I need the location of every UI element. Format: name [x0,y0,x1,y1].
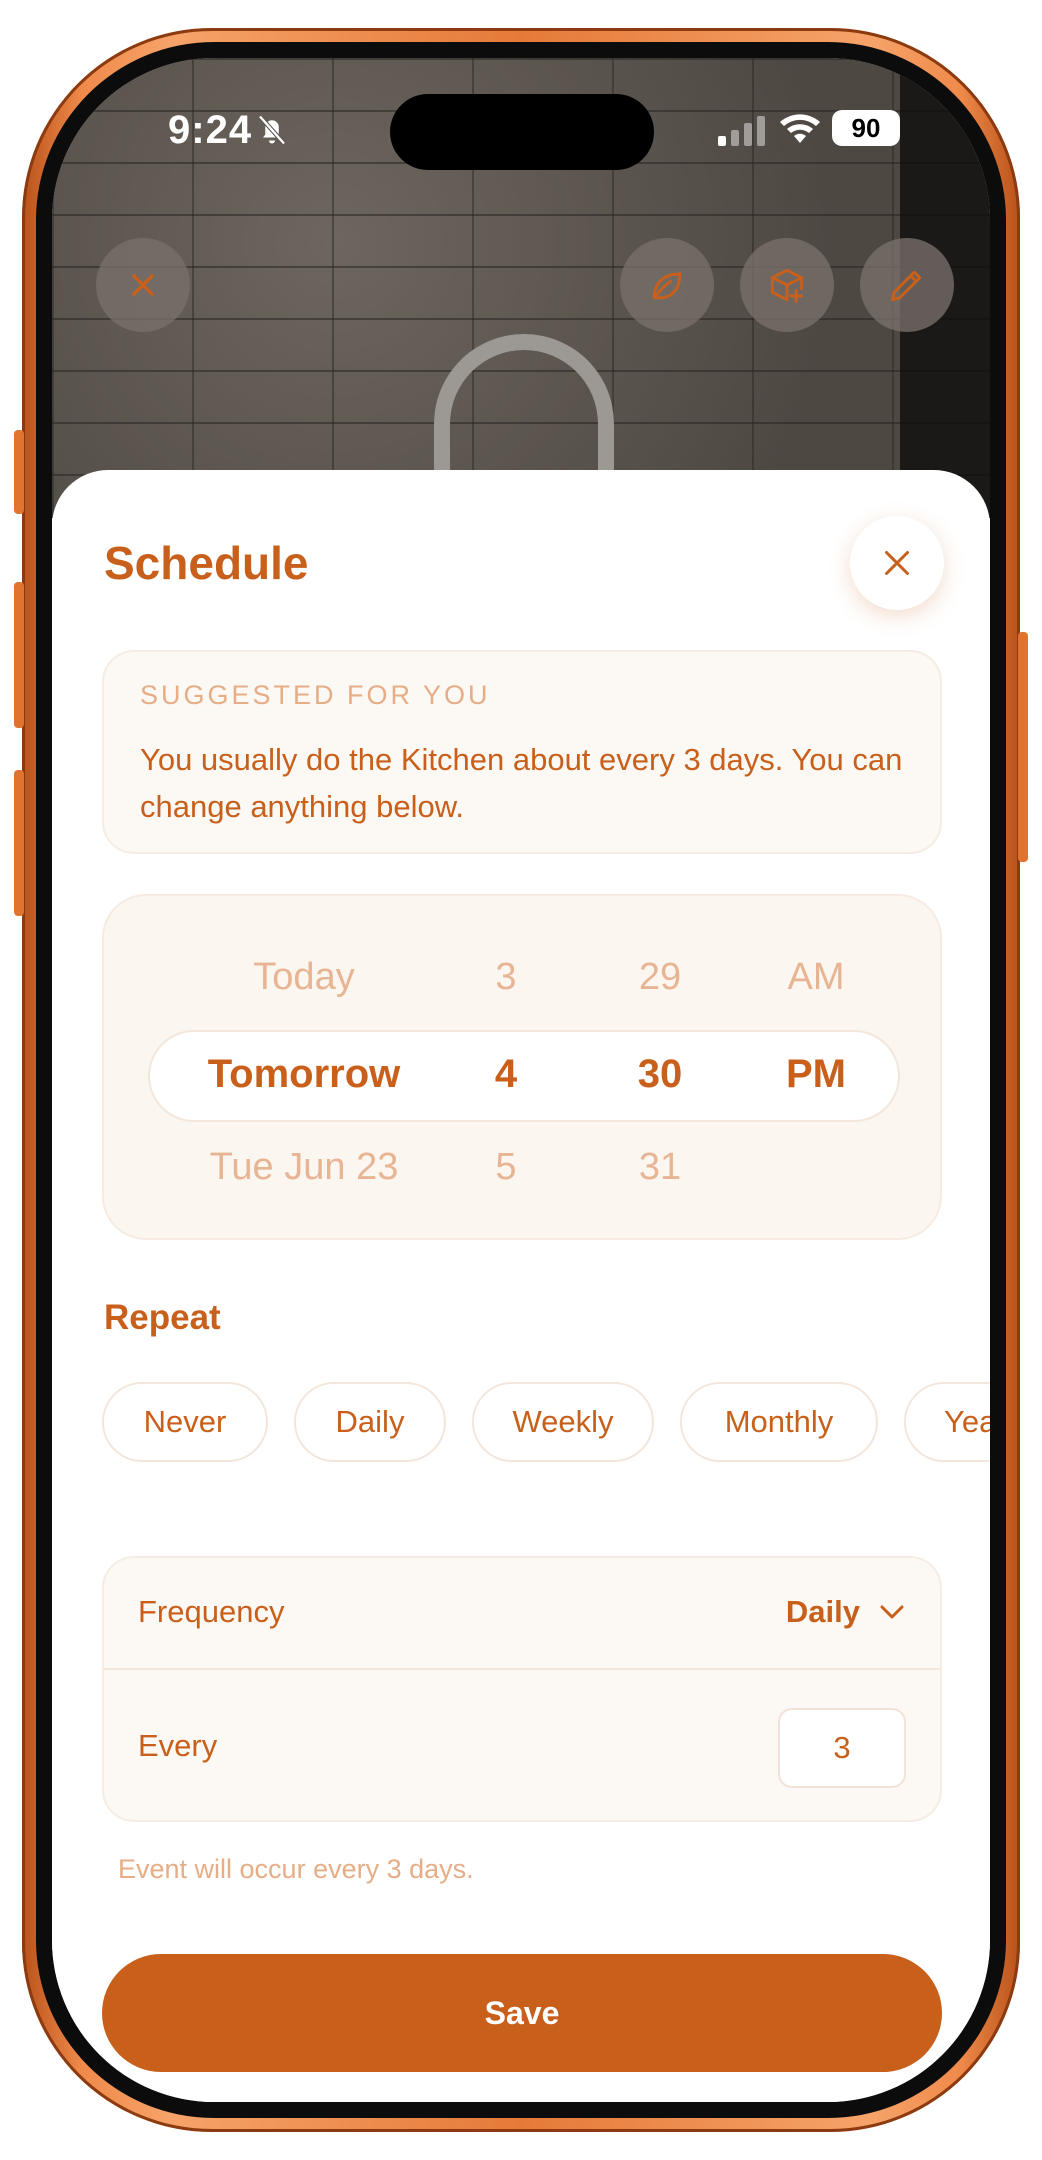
repeat-label: Repeat [104,1298,221,1337]
close-icon [885,551,909,575]
picker-day-prev[interactable]: Today [174,956,434,999]
top-actions [52,238,990,334]
wifi-icon [780,114,820,143]
sheet-close-button[interactable] [850,516,944,610]
status-bar: 9:24 90 [52,58,990,198]
picker-day-next[interactable]: Tue Jun 23 [174,1146,434,1189]
repeat-option-never[interactable]: Never [102,1382,268,1462]
picker-minute-next[interactable]: 31 [610,1146,710,1189]
volume-up-button [14,582,24,728]
date-time-picker[interactable]: Today Tomorrow Tue Jun 23 3 4 5 29 30 31… [102,894,942,1240]
picker-day-selected[interactable]: Tomorrow [174,1052,434,1097]
save-button[interactable]: Save [102,1954,942,2072]
schedule-sheet: Schedule SUGGESTED FOR YOU You usually d… [52,470,990,2102]
power-button [1018,632,1028,862]
picker-minute-selected[interactable]: 30 [610,1052,710,1097]
screen: 9:24 90 Schedule SUGGESTED FOR YOU You u… [52,58,990,2102]
picker-hour-next[interactable]: 5 [466,1146,546,1189]
suggestion-text: You usually do the Kitchen about every 3… [140,742,903,824]
leaf-icon [652,272,682,300]
action-button [14,430,24,514]
package-plus-icon [770,268,804,303]
repeat-option-yearly[interactable]: Yea [904,1382,990,1462]
repeat-option-monthly[interactable]: Monthly [680,1382,878,1462]
picker-ampm-prev[interactable]: AM [756,956,876,999]
volume-down-button [14,770,24,916]
repeat-option-daily[interactable]: Daily [294,1382,446,1462]
picker-ampm-selected[interactable]: PM [756,1052,876,1097]
picker-hour-selected[interactable]: 4 [466,1052,546,1097]
dynamic-island [390,94,654,170]
battery-indicator: 90 [832,110,900,146]
eco-button[interactable] [620,238,714,332]
bell-slash-icon [258,115,286,145]
frequency-card: Frequency Daily Every 3 [102,1556,942,1822]
edit-button[interactable] [860,238,954,332]
status-time: 9:24 [168,108,253,152]
pencil-icon [890,270,922,302]
every-label: Every [138,1728,218,1763]
frequency-label: Frequency [138,1594,285,1629]
frequency-divider [104,1668,940,1670]
picker-hour-prev[interactable]: 3 [466,956,546,999]
add-supply-button[interactable] [740,238,834,332]
sheet-title: Schedule [104,537,309,589]
repeat-option-weekly[interactable]: Weekly [472,1382,654,1462]
close-icon [132,274,154,296]
cellular-signal-icon [718,116,765,146]
picker-minute-prev[interactable]: 29 [610,956,710,999]
chevron-down-icon[interactable] [878,1602,906,1622]
close-photo-button[interactable] [96,238,190,332]
frequency-select[interactable]: Daily [786,1594,860,1630]
every-interval-input[interactable]: 3 [778,1708,906,1788]
suggestion-card: SUGGESTED FOR YOU You usually do the Kit… [102,650,942,854]
suggestion-label: SUGGESTED FOR YOU [140,680,491,710]
repeat-hint: Event will occur every 3 days. [118,1854,474,1884]
